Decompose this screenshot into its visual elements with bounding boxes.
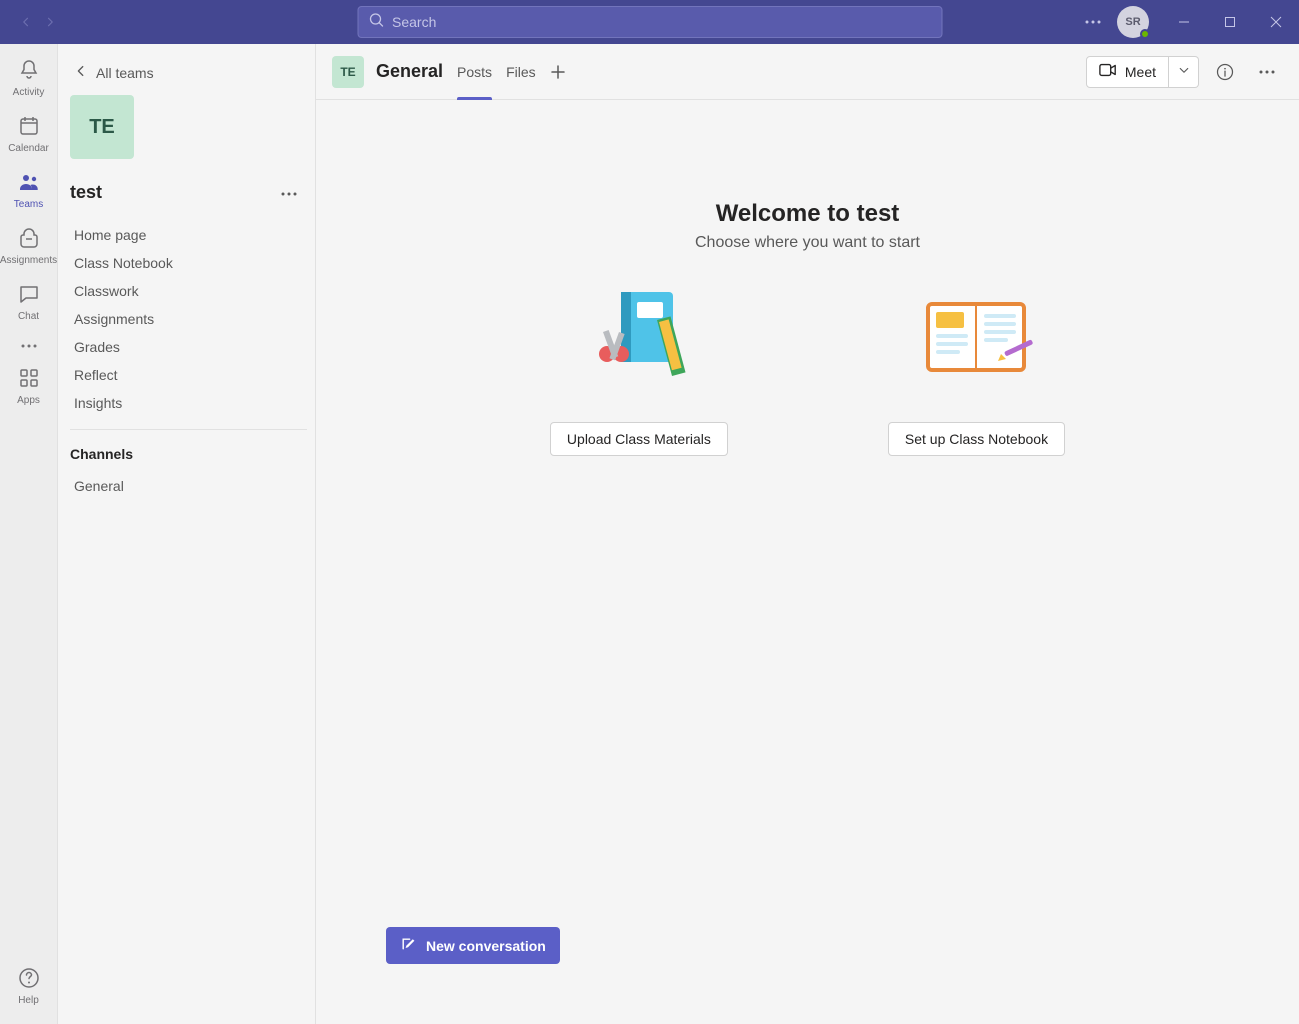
link-reflect[interactable]: Reflect bbox=[70, 361, 307, 389]
rail-more-icon[interactable] bbox=[0, 332, 58, 360]
chat-icon bbox=[17, 282, 41, 309]
rail-label: Calendar bbox=[8, 143, 49, 154]
compose-icon bbox=[400, 936, 416, 955]
minimize-icon[interactable] bbox=[1161, 0, 1207, 44]
rail-label: Teams bbox=[14, 199, 43, 210]
rail-calendar[interactable]: Calendar bbox=[0, 108, 58, 164]
search-icon bbox=[368, 12, 392, 33]
tab-posts[interactable]: Posts bbox=[457, 44, 492, 99]
tabs: Posts Files bbox=[457, 44, 566, 99]
welcome-title: Welcome to test bbox=[716, 200, 900, 228]
back-label: All teams bbox=[96, 65, 154, 81]
info-icon[interactable] bbox=[1209, 56, 1241, 88]
back-arrow-icon[interactable] bbox=[16, 6, 36, 38]
tab-add-icon[interactable] bbox=[550, 64, 566, 80]
titlebar-more-icon[interactable] bbox=[1077, 6, 1109, 38]
channel-header: TE General Posts Files Meet bbox=[316, 44, 1299, 100]
rail-label: Assignments bbox=[0, 255, 57, 266]
presence-available-icon bbox=[1140, 29, 1150, 39]
rail-help[interactable]: Help bbox=[0, 960, 58, 1016]
channel-general[interactable]: General bbox=[70, 472, 307, 500]
maximize-icon[interactable] bbox=[1207, 0, 1253, 44]
header-more-icon[interactable] bbox=[1251, 56, 1283, 88]
search-box[interactable] bbox=[357, 6, 942, 38]
meet-caret[interactable] bbox=[1169, 56, 1199, 88]
new-conversation-label: New conversation bbox=[426, 938, 546, 954]
rail-label: Activity bbox=[13, 87, 45, 98]
team-avatar-small: TE bbox=[332, 56, 364, 88]
bell-icon bbox=[17, 58, 41, 85]
avatar[interactable]: SR bbox=[1117, 6, 1149, 38]
team-avatar[interactable]: TE bbox=[70, 95, 134, 159]
chevron-down-icon bbox=[1178, 64, 1190, 79]
link-grades[interactable]: Grades bbox=[70, 333, 307, 361]
backpack-icon bbox=[17, 226, 41, 253]
app-rail: Activity Calendar Teams Assignments Chat… bbox=[0, 44, 58, 1024]
card-upload: Upload Class Materials bbox=[550, 282, 728, 456]
close-icon[interactable] bbox=[1253, 0, 1299, 44]
link-classwork[interactable]: Classwork bbox=[70, 277, 307, 305]
divider bbox=[70, 429, 307, 430]
rail-label: Apps bbox=[17, 395, 40, 406]
search-input[interactable] bbox=[392, 14, 931, 30]
rail-teams[interactable]: Teams bbox=[0, 164, 58, 220]
back-all-teams[interactable]: All teams bbox=[70, 56, 307, 95]
link-insights[interactable]: Insights bbox=[70, 389, 307, 417]
materials-illustration-icon bbox=[579, 282, 699, 392]
notebook-button[interactable]: Set up Class Notebook bbox=[888, 422, 1065, 456]
meet-button-group: Meet bbox=[1086, 56, 1199, 88]
notebook-illustration-icon bbox=[916, 282, 1036, 392]
link-home[interactable]: Home page bbox=[70, 221, 307, 249]
meet-label: Meet bbox=[1125, 64, 1156, 80]
window-controls bbox=[1161, 0, 1299, 44]
card-notebook: Set up Class Notebook bbox=[888, 282, 1065, 456]
channel-title: General bbox=[376, 61, 443, 82]
link-assignments[interactable]: Assignments bbox=[70, 305, 307, 333]
channels-header: Channels bbox=[70, 440, 307, 472]
team-panel: All teams TE test Home page Class Notebo… bbox=[58, 44, 316, 1024]
history-nav bbox=[16, 6, 60, 38]
new-conversation-button[interactable]: New conversation bbox=[386, 927, 560, 964]
teams-icon bbox=[17, 170, 41, 197]
welcome-subtitle: Choose where you want to start bbox=[695, 234, 920, 252]
avatar-initials: SR bbox=[1125, 16, 1140, 28]
meet-button[interactable]: Meet bbox=[1086, 56, 1169, 88]
apps-icon bbox=[17, 366, 41, 393]
rail-assignments[interactable]: Assignments bbox=[0, 220, 58, 276]
calendar-icon bbox=[17, 114, 41, 141]
video-icon bbox=[1099, 63, 1117, 80]
rail-label: Chat bbox=[18, 311, 39, 322]
stage: Welcome to test Choose where you want to… bbox=[316, 100, 1299, 1024]
content: TE General Posts Files Meet bbox=[316, 44, 1299, 1024]
rail-label: Help bbox=[18, 995, 39, 1006]
rail-apps[interactable]: Apps bbox=[0, 360, 58, 416]
link-notebook[interactable]: Class Notebook bbox=[70, 249, 307, 277]
forward-arrow-icon[interactable] bbox=[40, 6, 60, 38]
team-more-icon[interactable] bbox=[277, 179, 301, 205]
rail-activity[interactable]: Activity bbox=[0, 52, 58, 108]
chevron-left-icon bbox=[74, 64, 88, 81]
titlebar: SR bbox=[0, 0, 1299, 44]
team-name: test bbox=[70, 182, 102, 203]
upload-button[interactable]: Upload Class Materials bbox=[550, 422, 728, 456]
help-icon bbox=[17, 966, 41, 993]
rail-chat[interactable]: Chat bbox=[0, 276, 58, 332]
tab-files[interactable]: Files bbox=[506, 44, 536, 99]
